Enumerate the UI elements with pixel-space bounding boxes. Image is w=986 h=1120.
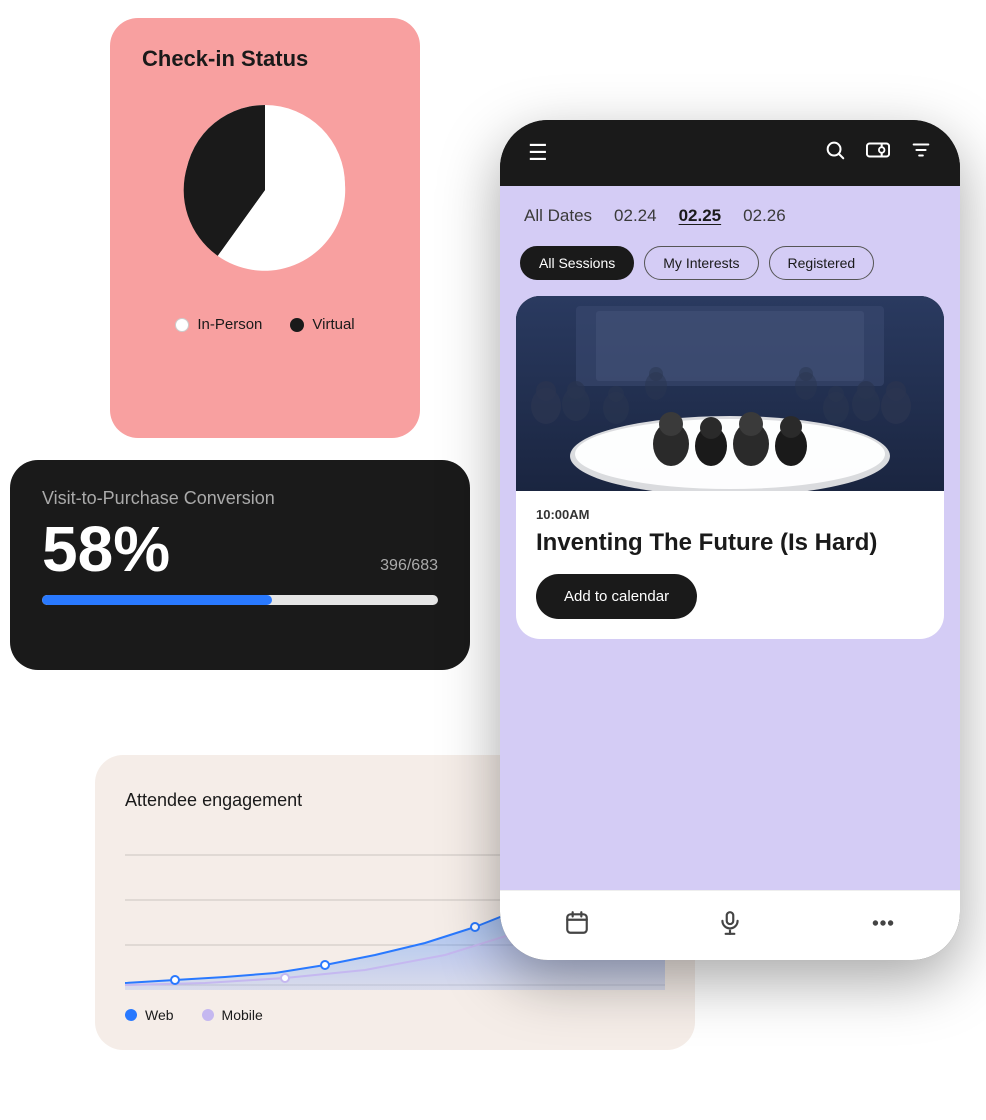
more-icon[interactable] xyxy=(870,910,896,942)
search-icon[interactable] xyxy=(824,139,846,167)
date-tabs: All Dates 02.24 02.25 02.26 xyxy=(500,186,960,238)
pill-my-interests[interactable]: My Interests xyxy=(644,246,758,280)
mobile-dot xyxy=(202,1009,214,1021)
filter-icon[interactable] xyxy=(910,139,932,167)
pie-legend: In-Person Virtual xyxy=(175,316,354,333)
mobile-bottom-bar xyxy=(500,890,960,960)
legend-web: Web xyxy=(125,1007,174,1023)
checkin-title: Check-in Status xyxy=(142,46,308,72)
chart-legend: Web Mobile xyxy=(125,1007,665,1023)
conversion-fraction: 396/683 xyxy=(380,557,438,575)
mobile-topbar: ☰ xyxy=(500,120,960,186)
legend-in-person: In-Person xyxy=(175,316,262,333)
pill-all-sessions[interactable]: All Sessions xyxy=(520,246,634,280)
tab-all-dates[interactable]: All Dates xyxy=(524,206,592,226)
ticket-icon[interactable] xyxy=(866,139,890,167)
add-to-calendar-button[interactable]: Add to calendar xyxy=(536,574,697,619)
conversion-title: Visit-to-Purchase Conversion xyxy=(42,488,438,509)
engagement-title: Attendee engagement xyxy=(125,790,302,811)
dot-white xyxy=(175,318,189,332)
mobile-content: All Dates 02.24 02.25 02.26 All Sessions… xyxy=(500,186,960,890)
calendar-icon[interactable] xyxy=(564,910,590,942)
filter-pills: All Sessions My Interests Registered xyxy=(500,238,960,296)
tab-0226[interactable]: 02.26 xyxy=(743,206,786,226)
legend-mobile: Mobile xyxy=(202,1007,263,1023)
hamburger-icon[interactable]: ☰ xyxy=(528,140,548,166)
tab-0225[interactable]: 02.25 xyxy=(679,206,722,226)
mic-icon[interactable] xyxy=(717,910,743,942)
session-image xyxy=(516,296,944,491)
conversion-percent: 58% xyxy=(42,517,170,581)
mobile-app-card: ☰ xyxy=(500,120,960,960)
checkin-card: Check-in Status In-Person Virtual xyxy=(110,18,420,438)
web-dot xyxy=(125,1009,137,1021)
dot-black xyxy=(290,318,304,332)
pill-registered[interactable]: Registered xyxy=(769,246,875,280)
session-card: 10:00AM Inventing The Future (Is Hard) A… xyxy=(516,296,944,639)
progress-fill xyxy=(42,595,272,605)
legend-virtual: Virtual xyxy=(290,316,354,333)
progress-track xyxy=(42,595,438,605)
pie-chart xyxy=(170,90,360,280)
tab-0224[interactable]: 02.24 xyxy=(614,206,657,226)
conversion-card: Visit-to-Purchase Conversion 58% 396/683 xyxy=(10,460,470,670)
session-title: Inventing The Future (Is Hard) xyxy=(536,528,924,558)
session-info: 10:00AM Inventing The Future (Is Hard) A… xyxy=(516,491,944,639)
session-time: 10:00AM xyxy=(536,507,924,522)
